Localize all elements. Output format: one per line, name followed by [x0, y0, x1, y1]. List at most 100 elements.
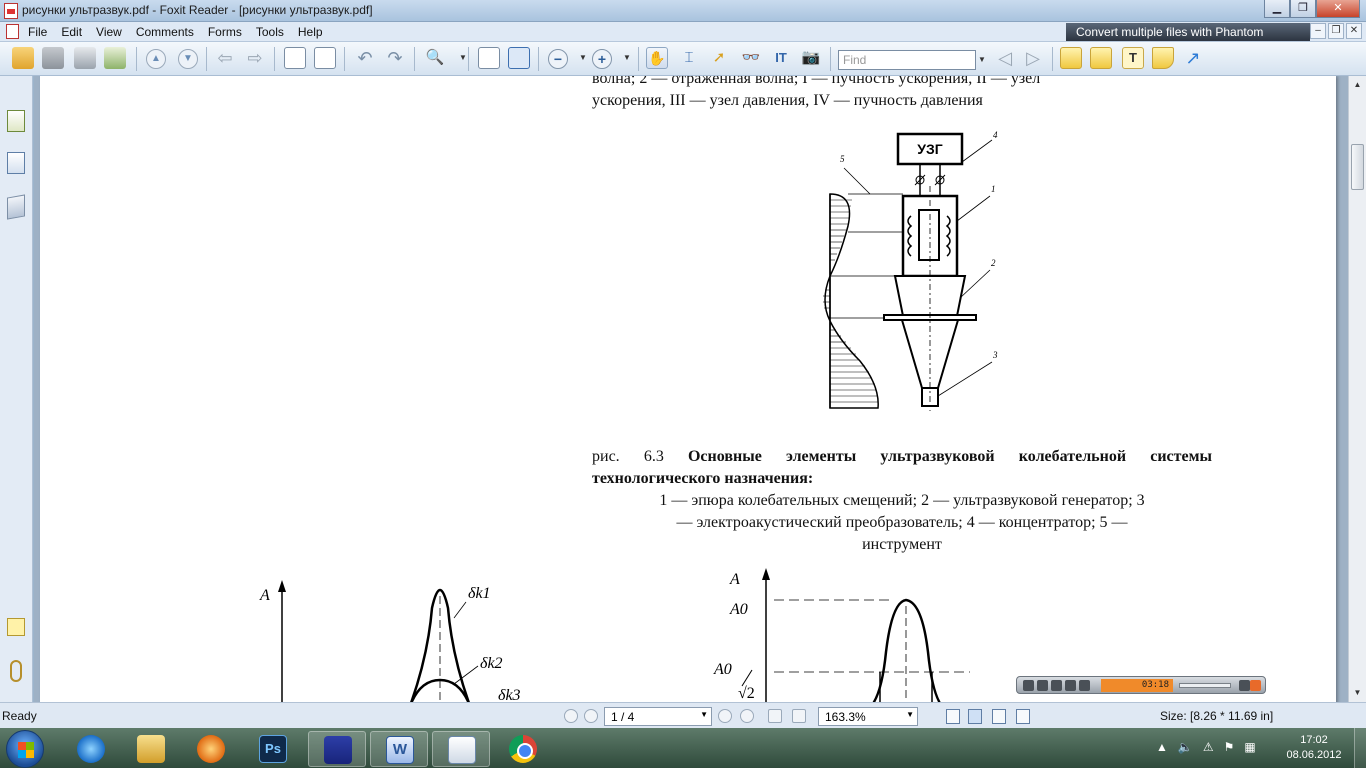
volume-icon[interactable]: 🔈 — [1178, 740, 1193, 754]
media-close-icon[interactable] — [1250, 680, 1261, 691]
menu-help[interactable]: Help — [298, 24, 323, 40]
open-folder-icon[interactable] — [12, 47, 34, 69]
scroll-down-icon[interactable]: ▼ — [1351, 686, 1364, 700]
taskbar-photoshop[interactable]: Ps — [244, 731, 302, 767]
menu-file[interactable]: File — [28, 24, 47, 40]
zoom-out-icon[interactable]: − — [548, 49, 568, 69]
next-page-nav-icon[interactable] — [718, 709, 732, 723]
toolbar-separator — [830, 47, 831, 71]
taskbar-explorer[interactable] — [122, 731, 180, 767]
typewriter-icon[interactable]: IT — [770, 47, 792, 69]
callout-tool-icon[interactable] — [1152, 47, 1174, 69]
find-previous-icon[interactable]: ◁ — [994, 47, 1016, 69]
zoom-out-dropdown-icon[interactable]: ▼ — [572, 47, 594, 69]
attachments-icon[interactable] — [10, 660, 22, 682]
menu-forms[interactable]: Forms — [208, 24, 242, 40]
scroll-up-icon[interactable]: ▲ — [1351, 78, 1364, 92]
maximize-button[interactable]: ❐ — [1290, 0, 1316, 18]
menu-edit[interactable]: Edit — [61, 24, 82, 40]
media-volume-slider[interactable] — [1179, 683, 1231, 688]
document-view[interactable]: волна; 2 — отраженная волна; I — пучност… — [34, 76, 1348, 702]
print-icon[interactable] — [74, 47, 96, 69]
save-icon[interactable] — [42, 47, 64, 69]
extract-pages-icon[interactable] — [284, 47, 306, 69]
next-page-icon[interactable]: ▼ — [178, 49, 198, 69]
show-desktop-button[interactable] — [1354, 728, 1366, 768]
media-minimize-icon[interactable] — [1239, 680, 1250, 691]
history-back-icon[interactable] — [768, 709, 782, 723]
find-next-icon[interactable]: ▷ — [1022, 47, 1044, 69]
last-page-icon[interactable] — [740, 709, 754, 723]
bookmark-icon[interactable] — [7, 110, 25, 132]
start-button[interactable] — [6, 730, 44, 768]
pages-icon[interactable] — [7, 152, 25, 174]
media-pause-icon[interactable] — [1037, 680, 1048, 691]
zoom-in-icon[interactable]: + — [592, 49, 612, 69]
taskbar-ie[interactable] — [62, 731, 120, 767]
fit-page-icon[interactable] — [478, 47, 500, 69]
phantom-ad-banner[interactable]: Convert multiple files with Phantom — [1066, 23, 1310, 41]
fit-width-icon[interactable] — [508, 47, 530, 69]
redo-icon[interactable]: ↷ — [384, 47, 406, 69]
taskbar-clock[interactable]: 17:02 08.06.2012 — [1284, 733, 1344, 763]
arrow-tool-icon[interactable]: ↗ — [1182, 47, 1204, 69]
undo-icon[interactable]: ↶ — [354, 47, 376, 69]
continuous-page-icon[interactable] — [968, 709, 982, 724]
go-forward-icon[interactable]: ⇨ — [244, 47, 266, 69]
page-number-field[interactable]: 1 / 4 ▼ — [604, 707, 712, 726]
a0-label: A0 — [729, 601, 748, 618]
document-icon[interactable] — [6, 24, 19, 39]
keyboard-layout-icon[interactable]: ▦ — [1244, 740, 1255, 754]
doc-close-button[interactable]: ✕ — [1346, 23, 1362, 39]
minimize-button[interactable]: ▁ — [1264, 0, 1290, 18]
vertical-scrollbar[interactable]: ▲ ▼ — [1348, 76, 1366, 702]
email-icon[interactable] — [104, 47, 126, 69]
taskbar-floppy[interactable] — [308, 731, 366, 767]
zoom-level-field[interactable]: 163.3% ▼ — [818, 707, 918, 726]
single-page-icon[interactable] — [946, 709, 960, 724]
facing-pages-icon[interactable] — [992, 709, 1006, 724]
menu-comments[interactable]: Comments — [136, 24, 194, 40]
previous-page-icon[interactable]: ▲ — [146, 49, 166, 69]
close-button[interactable]: ✕ — [1316, 0, 1360, 18]
continuous-facing-icon[interactable] — [1016, 709, 1030, 724]
doc-restore-button[interactable]: ❐ — [1328, 23, 1344, 39]
go-back-icon[interactable]: ⇦ — [214, 47, 236, 69]
foxit-app-icon[interactable] — [4, 3, 18, 19]
hand-tool-icon[interactable]: ✋ — [646, 47, 668, 69]
annotation-select-icon[interactable]: ➚ — [708, 47, 730, 69]
taskbar-word[interactable]: W — [370, 731, 428, 767]
taskbar-foxit-reader[interactable] — [432, 731, 490, 767]
menu-view[interactable]: View — [96, 24, 122, 40]
zoom-in-magnifier-icon[interactable]: 🔍 — [424, 47, 446, 69]
taskbar-media-player[interactable] — [182, 731, 240, 767]
snapshot-icon[interactable]: 📷 — [800, 47, 822, 69]
note-tool-icon[interactable] — [1090, 47, 1112, 69]
comment-tool-icon[interactable] — [1060, 47, 1082, 69]
media-prev-icon[interactable] — [1065, 680, 1076, 691]
binoculars-search-icon[interactable]: 👓 — [740, 47, 762, 69]
find-input[interactable]: Find — [838, 50, 976, 70]
doc-minimize-button[interactable]: – — [1310, 23, 1326, 39]
select-text-icon[interactable]: ⌶ — [678, 47, 700, 69]
first-page-icon[interactable] — [564, 709, 578, 723]
network-icon[interactable]: ⚠ — [1203, 740, 1214, 754]
zoom-dropdown-icon[interactable]: ▼ — [452, 47, 474, 69]
action-center-icon[interactable]: ⚑ — [1224, 740, 1235, 754]
history-forward-icon[interactable] — [792, 709, 806, 723]
layers-icon[interactable] — [7, 194, 25, 220]
taskbar-chrome[interactable] — [494, 731, 552, 767]
scroll-thumb[interactable] — [1351, 144, 1364, 190]
prev-page-icon[interactable] — [584, 709, 598, 723]
show-hidden-icons-icon[interactable]: ▲ — [1156, 740, 1168, 754]
media-play-icon[interactable] — [1023, 680, 1034, 691]
zoom-in-dropdown-icon[interactable]: ▼ — [616, 47, 638, 69]
caption-legend-1: 1 — эпюра колебательных смещений; 2 — ул… — [659, 492, 1145, 509]
find-options-dropdown[interactable]: ▼ — [978, 50, 988, 70]
menu-tools[interactable]: Tools — [256, 24, 284, 40]
comments-icon[interactable] — [7, 618, 25, 636]
insert-pages-icon[interactable] — [314, 47, 336, 69]
media-stop-icon[interactable] — [1051, 680, 1062, 691]
text-tool-icon[interactable]: T — [1122, 47, 1144, 69]
media-next-icon[interactable] — [1079, 680, 1090, 691]
